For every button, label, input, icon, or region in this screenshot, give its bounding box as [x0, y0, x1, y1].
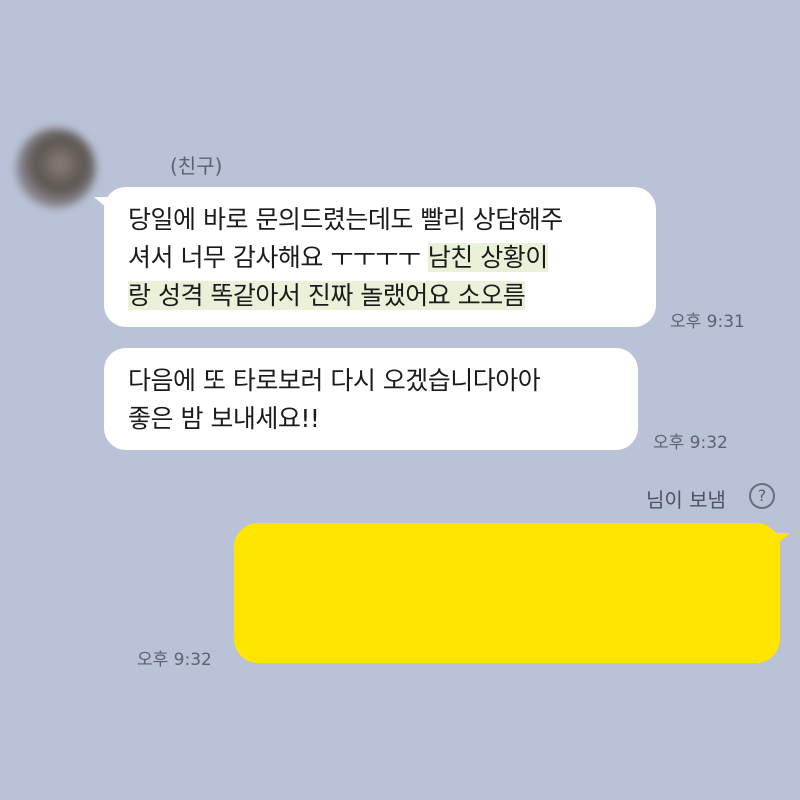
- message-line: 좋은 밤 보내세요!!: [128, 404, 320, 433]
- question-circle-icon[interactable]: ?: [749, 483, 775, 509]
- highlighted-text: 랑 성격 똑같아서 진짜 놀랬어요 소오름: [128, 281, 526, 310]
- message-timestamp: 오후 9:32: [137, 650, 212, 670]
- message-timestamp: 오후 9:32: [653, 433, 728, 453]
- sender-name: (친구): [170, 154, 223, 178]
- sent-message-bubble[interactable]: [234, 523, 790, 663]
- message-line: 랑 성격 똑같아서 진짜 놀랬어요 소오름: [128, 277, 634, 315]
- message-text: 셔서 너무 감사해요 ㅜㅜㅜㅜ: [128, 243, 428, 272]
- received-message-bubble[interactable]: 당일에 바로 문의드렸는데도 빨리 상담해주 셔서 너무 감사해요 ㅜㅜㅜㅜ 남…: [94, 187, 656, 327]
- sender-avatar[interactable]: [16, 128, 96, 208]
- message-line: 다음에 또 타로보러 다시 오겠습니다아아: [128, 366, 541, 395]
- read-status-label: 님이 보냄: [646, 488, 726, 512]
- received-message-bubble[interactable]: 다음에 또 타로보러 다시 오겠습니다아아 좋은 밤 보내세요!!: [104, 348, 638, 450]
- message-line: 당일에 바로 문의드렸는데도 빨리 상담해주: [128, 205, 563, 234]
- highlighted-text: 남친 상황이: [427, 243, 548, 272]
- message-timestamp: 오후 9:31: [670, 312, 745, 332]
- message-line: 셔서 너무 감사해요 ㅜㅜㅜㅜ 남친 상황이: [128, 239, 634, 277]
